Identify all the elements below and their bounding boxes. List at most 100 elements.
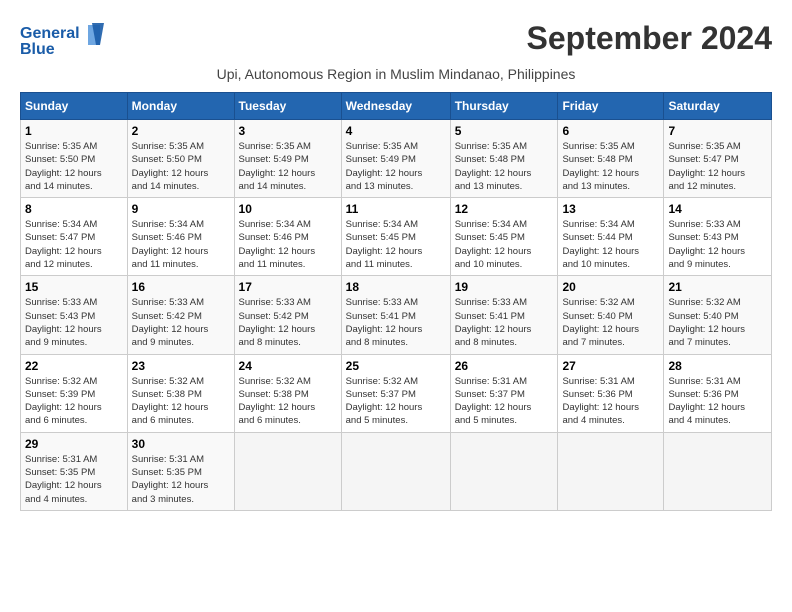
day-number: 3: [239, 124, 337, 138]
day-number: 19: [455, 280, 554, 294]
day-info: Sunrise: 5:34 AM Sunset: 5:46 PM Dayligh…: [239, 218, 337, 271]
day-number: 7: [668, 124, 767, 138]
calendar-cell: 3 Sunrise: 5:35 AM Sunset: 5:49 PM Daylig…: [234, 120, 341, 198]
calendar-cell: 23Sunrise: 5:32 AM Sunset: 5:38 PM Dayli…: [127, 354, 234, 432]
calendar-week-row: 22 Sunrise: 5:32 AM Sunset: 5:39 PM Dayli…: [21, 354, 772, 432]
day-number: 27: [562, 359, 659, 373]
day-info: Sunrise: 5:35 AM Sunset: 5:47 PM Dayligh…: [668, 140, 767, 193]
day-number: 12: [455, 202, 554, 216]
calendar-cell: 26Sunrise: 5:31 AM Sunset: 5:37 PM Dayli…: [450, 354, 558, 432]
weekday-header: Sunday: [21, 93, 128, 120]
calendar-cell: 11Sunrise: 5:34 AM Sunset: 5:45 PM Dayli…: [341, 198, 450, 276]
day-info: Sunrise: 5:33 AM Sunset: 5:42 PM Dayligh…: [239, 296, 337, 349]
calendar-cell: 2 Sunrise: 5:35 AM Sunset: 5:50 PM Daylig…: [127, 120, 234, 198]
calendar-cell: [341, 432, 450, 510]
calendar-cell: 12 Sunrise: 5:34 AM Sunset: 5:45 PM Dayli…: [450, 198, 558, 276]
month-title: September 2024: [527, 20, 772, 57]
calendar-cell: 4Sunrise: 5:35 AM Sunset: 5:49 PM Daylig…: [341, 120, 450, 198]
calendar-cell: 16 Sunrise: 5:33 AM Sunset: 5:42 PM Dayli…: [127, 276, 234, 354]
calendar-cell: 28 Sunrise: 5:31 AM Sunset: 5:36 PM Dayli…: [664, 354, 772, 432]
weekday-header: Wednesday: [341, 93, 450, 120]
day-number: 25: [346, 359, 446, 373]
calendar-cell: 17 Sunrise: 5:33 AM Sunset: 5:42 PM Dayli…: [234, 276, 341, 354]
day-number: 10: [239, 202, 337, 216]
day-info: Sunrise: 5:32 AM Sunset: 5:38 PM Dayligh…: [132, 375, 230, 428]
day-number: 20: [562, 280, 659, 294]
day-info: Sunrise: 5:33 AM Sunset: 5:43 PM Dayligh…: [25, 296, 123, 349]
weekday-header: Monday: [127, 93, 234, 120]
day-number: 13: [562, 202, 659, 216]
day-info: Sunrise: 5:31 AM Sunset: 5:36 PM Dayligh…: [668, 375, 767, 428]
calendar-cell: [558, 432, 664, 510]
logo: General Blue: [20, 20, 110, 60]
calendar-cell: 24 Sunrise: 5:32 AM Sunset: 5:38 PM Dayli…: [234, 354, 341, 432]
day-number: 1: [25, 124, 123, 138]
weekday-header: Thursday: [450, 93, 558, 120]
weekday-header: Saturday: [664, 93, 772, 120]
day-info: Sunrise: 5:34 AM Sunset: 5:47 PM Dayligh…: [25, 218, 123, 271]
day-info: Sunrise: 5:33 AM Sunset: 5:42 PM Dayligh…: [132, 296, 230, 349]
day-number: 6: [562, 124, 659, 138]
day-number: 16: [132, 280, 230, 294]
calendar-cell: 29Sunrise: 5:31 AM Sunset: 5:35 PM Dayli…: [21, 432, 128, 510]
day-number: 24: [239, 359, 337, 373]
day-number: 28: [668, 359, 767, 373]
calendar-cell: 5Sunrise: 5:35 AM Sunset: 5:48 PM Daylig…: [450, 120, 558, 198]
calendar-cell: 10 Sunrise: 5:34 AM Sunset: 5:46 PM Dayli…: [234, 198, 341, 276]
calendar-week-row: 1 Sunrise: 5:35 AM Sunset: 5:50 PM Daylig…: [21, 120, 772, 198]
calendar-cell: [450, 432, 558, 510]
day-info: Sunrise: 5:33 AM Sunset: 5:43 PM Dayligh…: [668, 218, 767, 271]
day-number: 22: [25, 359, 123, 373]
calendar-cell: 19 Sunrise: 5:33 AM Sunset: 5:41 PM Dayli…: [450, 276, 558, 354]
day-number: 29: [25, 437, 123, 451]
day-number: 11: [346, 202, 446, 216]
day-number: 2: [132, 124, 230, 138]
day-info: Sunrise: 5:32 AM Sunset: 5:40 PM Dayligh…: [562, 296, 659, 349]
day-info: Sunrise: 5:35 AM Sunset: 5:50 PM Dayligh…: [132, 140, 230, 193]
day-info: Sunrise: 5:35 AM Sunset: 5:48 PM Dayligh…: [562, 140, 659, 193]
day-number: 8: [25, 202, 123, 216]
day-number: 30: [132, 437, 230, 451]
calendar-cell: 20 Sunrise: 5:32 AM Sunset: 5:40 PM Dayli…: [558, 276, 664, 354]
day-info: Sunrise: 5:32 AM Sunset: 5:39 PM Dayligh…: [25, 375, 123, 428]
day-info: Sunrise: 5:35 AM Sunset: 5:49 PM Dayligh…: [239, 140, 337, 193]
calendar-cell: 27 Sunrise: 5:31 AM Sunset: 5:36 PM Dayli…: [558, 354, 664, 432]
svg-text:General: General: [20, 25, 80, 42]
day-number: 15: [25, 280, 123, 294]
calendar-week-row: 15 Sunrise: 5:33 AM Sunset: 5:43 PM Dayli…: [21, 276, 772, 354]
calendar-cell: 21Sunrise: 5:32 AM Sunset: 5:40 PM Dayli…: [664, 276, 772, 354]
calendar-cell: 14 Sunrise: 5:33 AM Sunset: 5:43 PM Dayli…: [664, 198, 772, 276]
day-info: Sunrise: 5:31 AM Sunset: 5:36 PM Dayligh…: [562, 375, 659, 428]
calendar-cell: 6 Sunrise: 5:35 AM Sunset: 5:48 PM Daylig…: [558, 120, 664, 198]
svg-text:Blue: Blue: [20, 41, 55, 58]
day-info: Sunrise: 5:34 AM Sunset: 5:45 PM Dayligh…: [455, 218, 554, 271]
day-info: Sunrise: 5:35 AM Sunset: 5:50 PM Dayligh…: [25, 140, 123, 193]
calendar-cell: [664, 432, 772, 510]
day-number: 9: [132, 202, 230, 216]
day-info: Sunrise: 5:31 AM Sunset: 5:37 PM Dayligh…: [455, 375, 554, 428]
weekday-header: Tuesday: [234, 93, 341, 120]
day-info: Sunrise: 5:33 AM Sunset: 5:41 PM Dayligh…: [455, 296, 554, 349]
calendar-week-row: 8 Sunrise: 5:34 AM Sunset: 5:47 PM Daylig…: [21, 198, 772, 276]
day-number: 21: [668, 280, 767, 294]
day-info: Sunrise: 5:32 AM Sunset: 5:37 PM Dayligh…: [346, 375, 446, 428]
day-info: Sunrise: 5:33 AM Sunset: 5:41 PM Dayligh…: [346, 296, 446, 349]
calendar-cell: 22 Sunrise: 5:32 AM Sunset: 5:39 PM Dayli…: [21, 354, 128, 432]
calendar-week-row: 29 Sunrise: 5:31 AM Sunset: 5:35 PM Dayli…: [21, 432, 772, 510]
day-info: Sunrise: 5:35 AM Sunset: 5:49 PM Dayligh…: [346, 140, 446, 193]
calendar-cell: 13 Sunrise: 5:34 AM Sunset: 5:44 PM Dayli…: [558, 198, 664, 276]
day-number: 14: [668, 202, 767, 216]
day-number: 5: [455, 124, 554, 138]
day-number: 17: [239, 280, 337, 294]
day-info: Sunrise: 5:34 AM Sunset: 5:44 PM Dayligh…: [562, 218, 659, 271]
day-info: Sunrise: 5:31 AM Sunset: 5:35 PM Dayligh…: [132, 453, 230, 506]
day-info: Sunrise: 5:34 AM Sunset: 5:46 PM Dayligh…: [132, 218, 230, 271]
calendar-cell: [234, 432, 341, 510]
calendar-cell: 7 Sunrise: 5:35 AM Sunset: 5:47 PM Daylig…: [664, 120, 772, 198]
day-info: Sunrise: 5:32 AM Sunset: 5:38 PM Dayligh…: [239, 375, 337, 428]
calendar-cell: 25 Sunrise: 5:32 AM Sunset: 5:37 PM Dayli…: [341, 354, 450, 432]
day-number: 18: [346, 280, 446, 294]
calendar-cell: 18 Sunrise: 5:33 AM Sunset: 5:41 PM Dayli…: [341, 276, 450, 354]
calendar-cell: 15 Sunrise: 5:33 AM Sunset: 5:43 PM Dayli…: [21, 276, 128, 354]
calendar-table: SundayMondayTuesdayWednesdayThursdayFrid…: [20, 92, 772, 511]
